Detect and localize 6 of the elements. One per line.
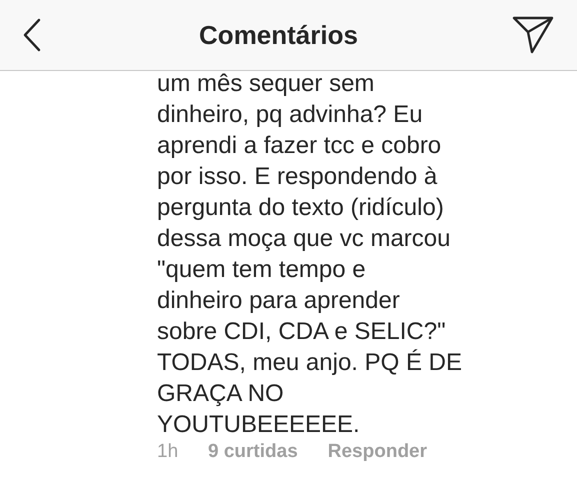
send-icon[interactable]	[510, 15, 555, 55]
likes-link[interactable]: 9 curtidas	[208, 438, 298, 466]
comment-time: 1h	[157, 440, 180, 464]
comment-text: um mês sequer sem dinheiro, pq advinha? Eu aprendi a fazer tcc e cobro por isso. E respondendo à pergunta do texto (ridículo) dessa moça que vc marcou "quem tem tempo e dinheiro para aprender sobre CDI, CDA e SELIC?" TODAS, meu anjo. PQ É DE GRAÇA NO YOUTUBEEEEEE.	[157, 71, 464, 440]
window-title: Comentários	[199, 18, 358, 52]
reply-link[interactable]: Responder	[328, 438, 428, 466]
